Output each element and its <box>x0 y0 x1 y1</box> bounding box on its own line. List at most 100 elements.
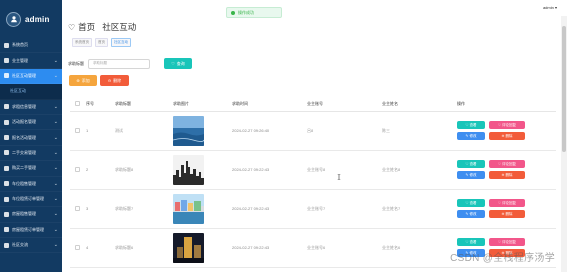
scrollbar-thumb[interactable] <box>562 26 566 152</box>
delete-button[interactable]: ⊖ 删除 <box>489 132 525 140</box>
sidebar-item[interactable]: 社区互动管理 ⌄ <box>0 68 62 85</box>
breadcrumb-item[interactable]: 首页 <box>95 38 108 47</box>
delete-button-label: 删除 <box>505 172 513 177</box>
row-index: 3 <box>86 206 89 211</box>
sidebar-menu: 系统首页 业主管理 ⌄ 社区互动管理 ⌄ 社区互动 求租信息管理 ⌄ 活动报名管理 ⌄ 报名活动管理… <box>0 38 62 254</box>
menu-icon <box>4 181 9 187</box>
help-title: 求助标题8 <box>115 166 134 172</box>
view-button[interactable]: ♡ 查看 <box>457 238 485 246</box>
breadcrumb-current[interactable]: 社区互动 <box>111 38 131 47</box>
sidebar-item[interactable]: 车位租赁订单管理 ⌄ <box>0 192 62 208</box>
col-header: 业主姓名 <box>382 98 457 112</box>
query-button[interactable]: ♡ 查询 <box>164 58 192 69</box>
heart-icon: ♡ <box>465 201 469 205</box>
row-actions: ♡ 查看 ♡ 评论回复 ✎ 修改 ⊖ 删除 <box>457 160 556 179</box>
view-button[interactable]: ♡ 查看 <box>457 199 485 207</box>
chevron-down-icon: ⌄ <box>53 196 58 203</box>
delete-button[interactable]: ⊖ 删除 <box>489 210 525 218</box>
edit-button[interactable]: ✎ 修改 <box>457 171 485 179</box>
row-checkbox[interactable] <box>75 166 80 172</box>
view-button-label: 查看 <box>469 239 477 244</box>
sidebar-item-label: 社区交流 <box>12 242 28 248</box>
owner-account: 吕8 <box>307 127 314 133</box>
row-checkbox[interactable] <box>75 244 80 250</box>
select-cell <box>70 150 86 190</box>
table-row[interactable]: 2 求助标题8 2024-02-27 09:22:43 业主账号8 业主姓名8 ♡ 查看 ♡ 评… <box>70 150 556 190</box>
view-button-label: 查看 <box>469 161 477 166</box>
trash-icon: ⊖ <box>107 78 112 83</box>
delete-button[interactable]: ⊖ 删除 <box>489 171 525 179</box>
sidebar-item[interactable]: 系统首页 <box>0 38 62 54</box>
menu-icon <box>4 227 9 233</box>
text-cursor-icon <box>337 174 341 180</box>
row-actions: ♡ 查看 ♡ 评论回复 ✎ 修改 ⊖ 删除 <box>457 199 556 218</box>
title-cell: 求助标题8 <box>115 150 173 190</box>
sidebar-item-label: 报名活动管理 <box>12 134 36 140</box>
toast-text: 操作成功 <box>238 9 254 15</box>
heart-icon: ♡ <box>497 240 502 244</box>
add-button[interactable]: ⊕ 添加 <box>69 75 97 86</box>
chevron-down-icon: ⌄ <box>53 103 58 110</box>
row-checkbox[interactable] <box>75 127 80 133</box>
edit-icon: ✎ <box>465 134 469 138</box>
query-label: 查询 <box>176 60 185 66</box>
heart-icon: ♡ <box>497 162 502 166</box>
sidebar-item-label: 二手交易管理 <box>12 149 36 155</box>
help-image[interactable] <box>173 193 204 224</box>
sidebar-item[interactable]: 房屋租赁订单管理 ⌄ <box>0 223 62 239</box>
watermark: CSDN @全栈程序汤学 <box>450 253 555 264</box>
breadcrumb-item[interactable]: 系统首页 <box>72 38 92 47</box>
actions-cell: ♡ 查看 ♡ 评论回复 ✎ 修改 ⊖ 删除 <box>457 150 556 190</box>
sidebar-item[interactable]: 求租信息管理 ⌄ <box>0 100 62 115</box>
sidebar-item[interactable]: 报名活动管理 ⌄ <box>0 130 62 146</box>
menu-icon <box>4 119 9 125</box>
page-title-home: 首页 <box>78 22 96 32</box>
view-button-label: 查看 <box>469 122 477 127</box>
sidebar-item[interactable]: 二手交易管理 ⌄ <box>0 146 62 162</box>
help-image[interactable] <box>173 232 204 263</box>
sidebar-item[interactable]: 车位租售管理 ⌄ <box>0 177 62 192</box>
batch-delete-button[interactable]: ⊖ 删除 <box>100 75 129 86</box>
user-menu[interactable]: admin ▾ <box>543 5 557 10</box>
avatar[interactable] <box>6 11 21 27</box>
scrollbar[interactable] <box>561 16 567 272</box>
select-cell <box>70 111 86 151</box>
image-cell <box>173 150 232 190</box>
view-button[interactable]: ♡ 查看 <box>457 160 485 168</box>
help-image[interactable] <box>173 115 204 146</box>
search-input[interactable]: 求助标题 <box>88 58 150 69</box>
app-window: admin 系统首页 业主管理 ⌄ 社区互动管理 ⌄ 社区互动 求租信息管理 ⌄ 活动报名管理 ⌄… <box>0 0 567 272</box>
view-button[interactable]: ♡ 查看 <box>457 121 485 129</box>
owner-account: 业主账号8 <box>307 166 326 172</box>
reply-button[interactable]: ♡ 评论回复 <box>489 238 525 246</box>
sidebar-item[interactable]: 房屋租售管理 ⌄ <box>0 207 62 223</box>
select-all-checkbox[interactable] <box>75 101 80 107</box>
heart-icon: ♡ <box>171 61 175 66</box>
heart-icon: ♡ <box>465 240 469 244</box>
sidebar-item[interactable]: 社区交流 ⌄ <box>0 238 62 254</box>
sidebar-item[interactable]: 活动报名管理 ⌄ <box>0 115 62 131</box>
chevron-down-icon: ⌄ <box>53 180 58 187</box>
page-title: ♡ 首页 社区互动 <box>68 21 136 33</box>
select-all-header[interactable] <box>70 98 86 112</box>
table-row[interactable]: 1 测试 2024-02-27 09:26:40 吕8 陈三 ♡ 查看 ♡ 评论回复 ✎ 修改 ⊖ 删除 <box>70 111 556 151</box>
edit-button[interactable]: ✎ 修改 <box>457 210 485 218</box>
sidebar-item-label: 求租信息管理 <box>12 103 36 109</box>
trash-icon: ⊖ <box>501 212 505 216</box>
reply-button[interactable]: ♡ 评论回复 <box>489 160 525 168</box>
sidebar-brand: admin <box>0 0 62 38</box>
sidebar-item[interactable]: 购买二手管理 ⌄ <box>0 161 62 177</box>
reply-button[interactable]: ♡ 评论回复 <box>489 121 525 129</box>
table-row[interactable]: 3 求助标题7 2024-02-27 09:22:43 业主账号7 业主姓名7 ♡ 查看 ♡ 评… <box>70 189 556 229</box>
account-cell: 业主账号7 <box>307 189 382 229</box>
sidebar-item[interactable]: 业主管理 ⌄ <box>0 53 62 69</box>
help-time: 2024-02-27 09:26:40 <box>232 128 270 133</box>
edit-button[interactable]: ✎ 修改 <box>457 132 485 140</box>
sidebar-item[interactable]: 社区互动 <box>0 84 62 100</box>
plus-icon: ⊕ <box>76 78 80 83</box>
help-image[interactable] <box>173 154 204 185</box>
actions-cell: ♡ 查看 ♡ 评论回复 ✎ 修改 ⊖ 删除 <box>457 111 556 151</box>
reply-button[interactable]: ♡ 评论回复 <box>489 199 525 207</box>
row-checkbox[interactable] <box>75 205 80 211</box>
menu-icon <box>4 73 9 79</box>
